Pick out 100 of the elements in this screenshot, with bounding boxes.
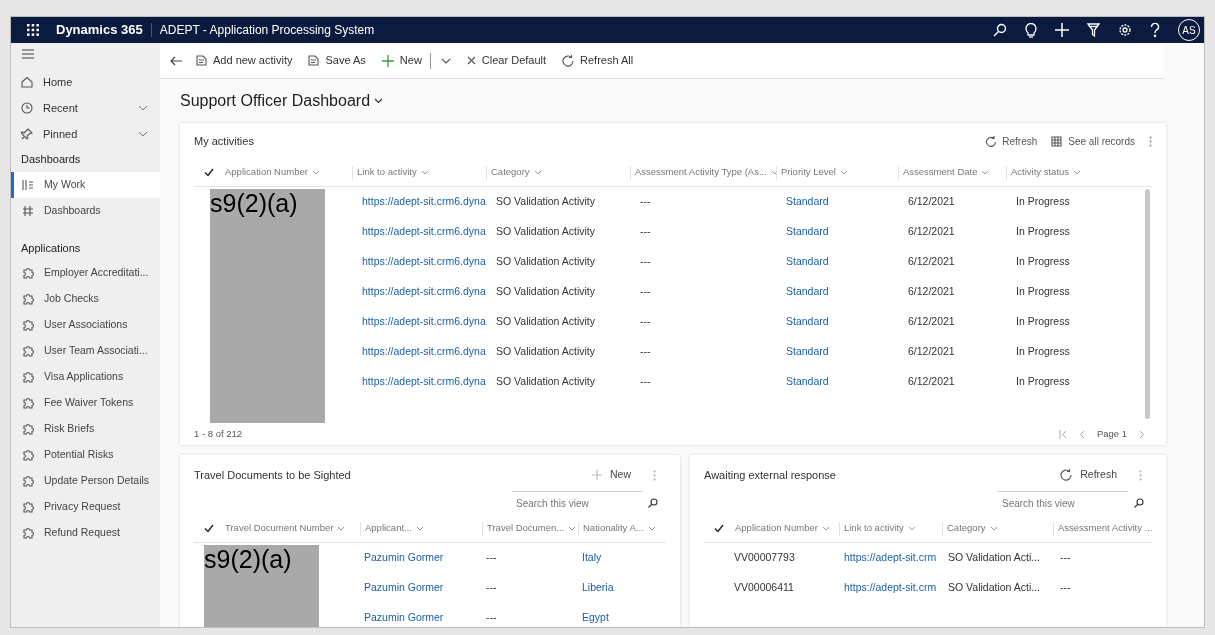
table-cell-text: In Progress — [1015, 344, 1071, 360]
table-link[interactable]: https://adept-sit.crm6.dyna — [358, 344, 492, 360]
table-link[interactable]: Standard — [782, 374, 904, 390]
card-action-button[interactable]: Refresh — [1060, 467, 1117, 483]
sidebar-item[interactable]: My Work — [11, 171, 160, 198]
checkmark-icon[interactable] — [714, 524, 724, 533]
card-action-button[interactable]: Refresh — [985, 133, 1038, 149]
sidebar-nav-item[interactable]: Recent — [11, 95, 160, 121]
search-icon[interactable] — [1134, 498, 1144, 508]
help-icon[interactable] — [1150, 23, 1160, 37]
puzzle-icon — [22, 449, 34, 461]
table-link[interactable]: Standard — [782, 314, 904, 330]
back-arrow-icon[interactable] — [170, 55, 182, 66]
table-link[interactable]: https://adept-sit.crm6.dyna — [358, 194, 492, 210]
checkmark-icon[interactable] — [204, 168, 214, 177]
column-header[interactable]: Application Number — [730, 521, 839, 536]
column-header[interactable]: Application Number — [220, 165, 352, 180]
settings-icon[interactable] — [1118, 23, 1132, 37]
table-link[interactable]: Pazumin Gormer — [360, 550, 482, 566]
sidebar-nav-item[interactable]: Home — [11, 69, 160, 95]
table-link[interactable]: https://adept-sit.crm — [840, 580, 944, 596]
sidebar-item[interactable]: User Associations — [11, 312, 160, 338]
column-header[interactable]: Applicant... — [360, 521, 482, 536]
card-action-button[interactable]: New — [592, 467, 631, 483]
dashboard-title[interactable]: Support Officer Dashboard — [180, 89, 371, 113]
lightbulb-icon[interactable] — [1025, 22, 1037, 38]
table-link[interactable]: Pazumin Gormer — [360, 580, 482, 596]
table-icon — [1051, 135, 1063, 147]
puzzle-icon — [22, 267, 34, 279]
more-icon[interactable] — [1139, 469, 1142, 481]
table-link[interactable]: Liberia — [578, 580, 658, 596]
plus-icon[interactable] — [1055, 23, 1069, 37]
sidebar-item[interactable]: Visa Applications — [11, 364, 160, 390]
close-icon — [466, 56, 476, 65]
next-page-icon[interactable] — [1137, 429, 1146, 439]
command-button[interactable]: Add new activity — [196, 47, 293, 74]
table-link[interactable]: Standard — [782, 284, 904, 300]
card-action-button[interactable]: See all records — [1051, 133, 1135, 149]
column-header[interactable]: Assessment Activity Type (As... — [630, 165, 776, 180]
checkmark-icon[interactable] — [204, 524, 214, 533]
column-header[interactable]: Category — [486, 165, 630, 180]
filter-icon[interactable] — [1087, 23, 1100, 37]
column-header[interactable]: Link to activity — [838, 521, 942, 536]
table-link[interactable]: Standard — [782, 344, 904, 360]
first-page-icon[interactable] — [1058, 429, 1068, 439]
sidebar-item[interactable]: User Team Associati... — [11, 338, 160, 364]
search-icon[interactable] — [648, 498, 658, 508]
table-cell-text: 6/12/2021 — [907, 344, 956, 360]
sidebar-item[interactable]: Potential Risks — [11, 442, 160, 468]
table-link[interactable]: Italy — [578, 550, 658, 566]
table-link[interactable]: Pazumin Gormer — [360, 610, 482, 626]
app-title[interactable]: ADEPT - Application Processing System — [159, 21, 375, 39]
table-link[interactable]: Standard — [782, 254, 904, 270]
command-button[interactable]: Save As — [308, 47, 366, 74]
table-link[interactable]: https://adept-sit.crm6.dyna — [358, 284, 492, 300]
app-launcher-icon[interactable] — [27, 24, 39, 36]
table-link[interactable]: Standard — [782, 224, 904, 240]
table-link[interactable]: https://adept-sit.crm6.dyna — [358, 314, 492, 330]
table-link[interactable]: https://adept-sit.crm6.dyna — [358, 254, 492, 270]
table-link[interactable]: Standard — [782, 194, 904, 210]
table-link[interactable]: Egypt — [578, 610, 658, 626]
more-icon[interactable] — [653, 469, 656, 481]
sidebar-item[interactable]: Employer Accreditati... — [11, 260, 160, 286]
previous-page-icon[interactable] — [1077, 429, 1087, 439]
table-cell-text: SO Validation Activity — [495, 254, 597, 270]
menu-icon[interactable] — [22, 49, 34, 59]
search-icon[interactable] — [993, 23, 1007, 37]
chevron-down-icon[interactable] — [374, 98, 384, 104]
sidebar-item[interactable]: Risk Briefs — [11, 416, 160, 442]
column-header[interactable]: Priority Level — [776, 165, 898, 180]
table-cell-text: VV00007793 — [733, 550, 796, 566]
sidebar-item[interactable]: Refund Request — [11, 520, 160, 546]
column-header[interactable]: Travel Documen... — [482, 521, 578, 536]
column-header[interactable]: Assessment Activity ... — [1052, 521, 1152, 536]
table-link[interactable]: https://adept-sit.crm — [840, 550, 944, 566]
sidebar-item[interactable]: Privacy Request — [11, 494, 160, 520]
table-link[interactable]: https://adept-sit.crm6.dyna — [358, 374, 492, 390]
table-cell-text: --- — [639, 284, 652, 300]
table-link[interactable]: https://adept-sit.crm6.dyna — [358, 224, 492, 240]
sidebar-item[interactable]: Job Checks — [11, 286, 160, 312]
app-name[interactable]: Dynamics 365 — [56, 20, 143, 40]
column-header[interactable]: Link to activity — [352, 165, 486, 180]
sidebar-nav-item[interactable]: Pinned — [11, 121, 160, 147]
chevron-down-icon — [440, 57, 451, 64]
column-header[interactable]: Category — [942, 521, 1053, 536]
column-header[interactable]: Assessment Date — [898, 165, 1006, 180]
column-header[interactable]: Travel Document Number — [220, 521, 360, 536]
column-header[interactable]: Activity status — [1006, 165, 1136, 180]
sidebar-item[interactable]: Fee Waiver Tokens — [11, 390, 160, 416]
command-button[interactable]: New — [381, 47, 422, 74]
table-cell-text: In Progress — [1015, 314, 1071, 330]
command-button[interactable]: Clear Default — [466, 47, 547, 74]
command-button[interactable]: Refresh All — [562, 47, 634, 74]
scrollbar[interactable] — [1145, 189, 1150, 419]
more-icon[interactable] — [1149, 135, 1152, 147]
sidebar-item[interactable]: Dashboards — [11, 197, 160, 224]
column-header[interactable]: Nationality A... — [578, 521, 658, 536]
table-cell-text: --- — [1059, 580, 1072, 596]
sidebar-group-heading: Dashboards — [20, 152, 82, 167]
sidebar-item[interactable]: Update Person Details — [11, 468, 160, 494]
